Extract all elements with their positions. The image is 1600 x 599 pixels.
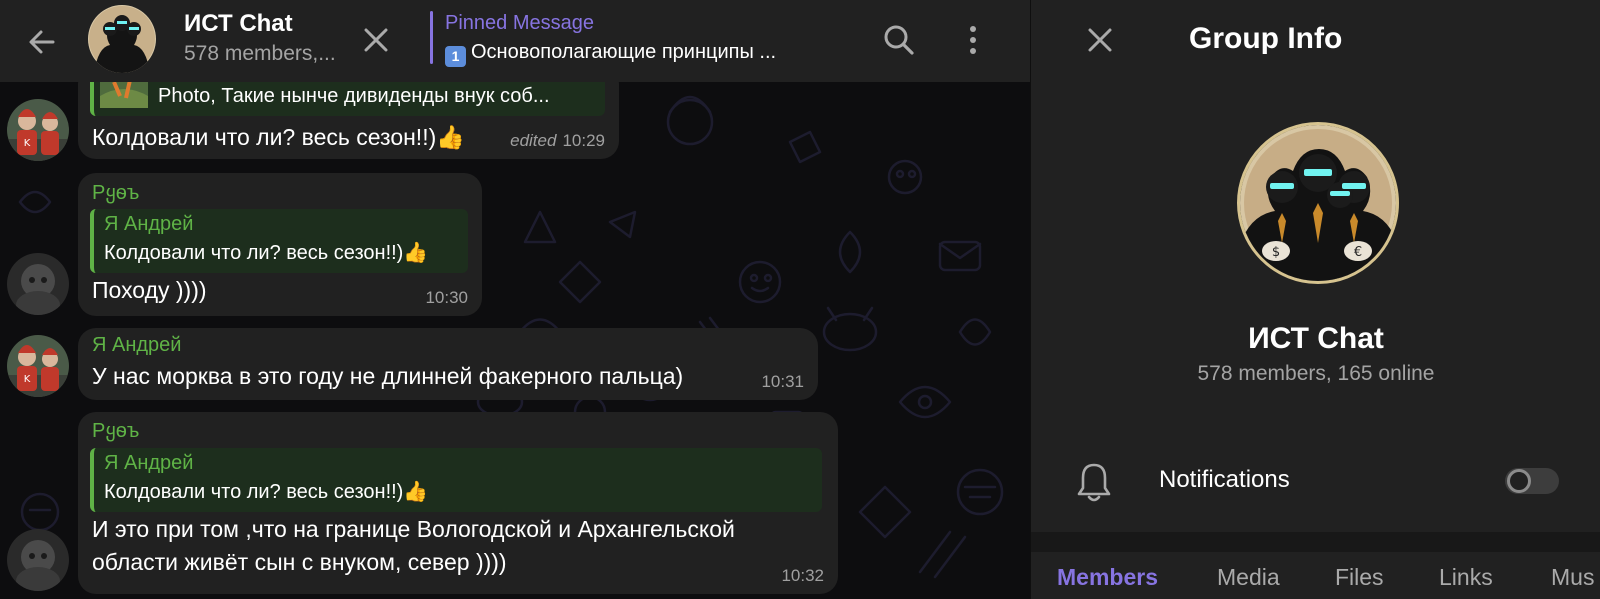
keycap-one-icon: 1 <box>445 46 466 67</box>
group-status: 578 members, 165 online <box>1197 362 1435 385</box>
close-info-button[interactable] <box>1075 15 1125 65</box>
search-button[interactable] <box>873 14 925 66</box>
back-arrow-icon <box>29 30 55 54</box>
chat-title[interactable]: ИСТ Chat <box>184 10 293 38</box>
avatar[interactable]: K <box>7 99 69 161</box>
svg-text:€: € <box>1354 245 1362 260</box>
bell-icon <box>1071 459 1117 505</box>
reply-sender: Я Андрей <box>104 452 194 474</box>
tab-members[interactable]: Members <box>1057 564 1158 591</box>
message-text: У нас морква в это году не длинней факер… <box>92 363 684 389</box>
tab-music[interactable]: Mus <box>1551 564 1594 591</box>
close-icon <box>1088 28 1112 52</box>
search-icon <box>884 25 914 55</box>
section-divider <box>1031 532 1600 552</box>
reply-quote[interactable]: Photo, Такие нынче дивиденды внук соб... <box>90 74 605 116</box>
svg-text:$: $ <box>1272 245 1280 260</box>
svg-text:K: K <box>24 138 31 149</box>
message-time: 10:30 <box>425 288 468 307</box>
reply-quote[interactable]: Я Андрей Колдовали что ли? весь сезон!!)… <box>90 209 468 273</box>
reply-text: Photo, Такие нынче дивиденды внук соб... <box>158 84 550 107</box>
close-icon <box>364 28 388 52</box>
reply-text: Колдовали что ли? весь сезон!!)👍 <box>104 242 429 264</box>
sender-name[interactable]: Я Андрей <box>92 334 181 357</box>
time-text: 10:29 <box>562 131 605 150</box>
pinned-label[interactable]: Pinned Message <box>445 12 594 35</box>
sender-name[interactable]: Pყѳъ <box>92 180 139 205</box>
chat-area: K Photo, Такие нынче дивиденды внук соб.… <box>0 0 1030 599</box>
pinned-message[interactable]: 1 Основополагающие принципы ... <box>445 41 776 67</box>
pinned-indicator-bar <box>430 11 433 64</box>
edited-label: edited <box>510 131 557 150</box>
message-bubble[interactable]: Pყѳъ Я Андрей Колдовали что ли? весь сез… <box>78 173 482 316</box>
chat-status: 578 members,... <box>184 42 336 65</box>
pinned-message-text: Основополагающие принципы ... <box>471 41 777 63</box>
message-bubble[interactable]: Я Андрей У нас морква в это году не длин… <box>78 328 818 400</box>
reply-quote[interactable]: Я Андрей Колдовали что ли? весь сезон!!)… <box>90 448 822 512</box>
chat-header: ИСТ Chat 578 members,... Pinned Message … <box>0 0 1030 82</box>
avatar[interactable] <box>7 253 69 315</box>
chat-avatar[interactable] <box>88 5 156 73</box>
group-info-panel: Group Info $ € ИСТ Chat 578 members, 165… <box>1030 0 1600 599</box>
group-avatar[interactable]: $ € <box>1237 122 1399 284</box>
tab-links[interactable]: Links <box>1439 564 1493 591</box>
svg-text:K: K <box>24 374 31 385</box>
message-bubble[interactable]: Pყѳъ Я Андрей Колдовали что ли? весь сез… <box>78 412 838 594</box>
notifications-label[interactable]: Notifications <box>1159 466 1290 494</box>
message-time: 10:32 <box>781 566 824 585</box>
close-pinned-button[interactable] <box>351 15 401 65</box>
message-time: edited 10:29 <box>510 131 605 151</box>
back-button[interactable] <box>18 18 66 66</box>
reply-text: Колдовали что ли? весь сезон!!)👍 <box>104 481 429 503</box>
message-text-line: области живёт сын с внуком, север )))) <box>92 549 507 575</box>
more-vertical-icon <box>970 26 976 54</box>
message-time: 10:31 <box>761 372 804 391</box>
info-tabs: Members Media Files Links Mus <box>1031 552 1600 599</box>
tab-media[interactable]: Media <box>1217 564 1280 591</box>
avatar[interactable]: K <box>7 335 69 397</box>
panel-title: Group Info <box>1189 22 1343 55</box>
more-options-button[interactable] <box>948 14 998 66</box>
reply-sender: Я Андрей <box>104 213 194 235</box>
message-text: Колдовали что ли? весь сезон!!)👍 <box>92 124 465 150</box>
avatar[interactable] <box>7 529 69 591</box>
sender-name[interactable]: Pყѳъ <box>92 418 139 443</box>
message-text: Походу )))) <box>92 277 207 303</box>
group-name: ИСТ Chat <box>1248 322 1384 355</box>
notifications-toggle[interactable] <box>1505 468 1559 494</box>
message-text-line: И это при том ,что на границе Вологодско… <box>92 516 735 542</box>
tab-files[interactable]: Files <box>1335 564 1384 591</box>
toggle-knob <box>1507 469 1531 493</box>
